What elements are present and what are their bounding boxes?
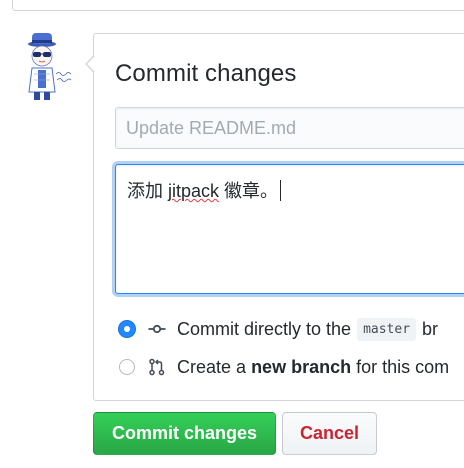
- create-branch-label-tail: for this com: [356, 356, 450, 377]
- branch-name-badge: master: [357, 317, 417, 341]
- commit-direct-label-tail: br: [422, 318, 439, 339]
- commit-form: Commit changes 添加 jitpack 徽章。 Commit dir…: [85, 33, 464, 401]
- misspelled-word: jitpack: [168, 181, 220, 201]
- create-branch-label: Create a: [177, 356, 247, 377]
- avatar[interactable]: [12, 30, 76, 102]
- commit-summary-input[interactable]: [115, 107, 464, 149]
- commit-page: Commit changes 添加 jitpack 徽章。 Commit dir…: [0, 0, 464, 468]
- git-commit-icon: [148, 324, 166, 334]
- commit-direct-radio[interactable]: [119, 321, 135, 337]
- commit-direct-option[interactable]: Commit directly to the master br: [119, 317, 438, 341]
- commit-form-title: Commit changes: [115, 60, 297, 87]
- text-caret: [280, 180, 282, 201]
- commit-description-text: 添加 jitpack 徽章。: [127, 181, 278, 201]
- commit-description-textarea[interactable]: 添加 jitpack 徽章。: [115, 164, 464, 294]
- cancel-button[interactable]: Cancel: [282, 412, 377, 455]
- previous-panel-edge: [12, 0, 464, 11]
- description-text-part: 添加: [127, 181, 169, 201]
- avatar-illustration: [28, 33, 72, 100]
- commit-changes-button[interactable]: Commit changes: [93, 412, 276, 455]
- git-pull-request-icon: [149, 358, 165, 376]
- create-branch-radio[interactable]: [119, 359, 135, 375]
- new-branch-emphasis: new branch: [251, 356, 352, 377]
- commit-direct-label: Commit directly to the: [177, 318, 352, 339]
- description-text-part: 徽章。: [219, 181, 279, 201]
- create-branch-option[interactable]: Create a new branch for this com: [119, 355, 449, 379]
